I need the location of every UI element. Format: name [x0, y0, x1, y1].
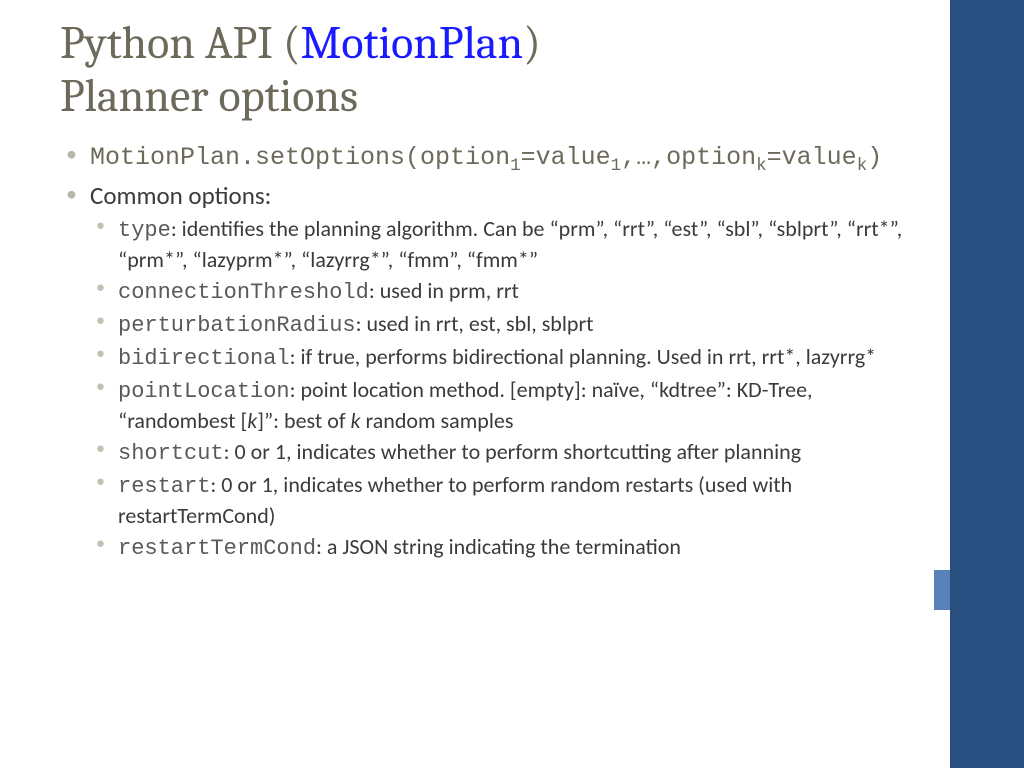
sidebar-accent-dark	[950, 0, 1024, 768]
opt-pl-k1: k	[247, 407, 257, 434]
opt-rtc-code: restartTermCond	[118, 536, 316, 561]
outer-list: MotionPlan.setOptions(option1=value1,…,o…	[60, 140, 920, 564]
title-line2: Planner options	[60, 70, 358, 123]
opt-conn-code: connectionThreshold	[118, 280, 369, 305]
opt-pert-rest: : used in rrt, est, sbl, sblprt	[356, 310, 594, 337]
opt-pert-code: perturbationRadius	[118, 313, 356, 338]
opt-perturbation-radius: perturbationRadius: used in rrt, est, sb…	[90, 309, 920, 340]
opt-conn-rest: : used in prm, rrt	[369, 277, 519, 304]
slide-title: Python API (MotionPlan) Planner options	[60, 18, 920, 124]
opt-sc-rest: : 0 or 1, indicates whether to perform s…	[224, 438, 801, 465]
opt-pl-r2: ]”: best of	[257, 407, 350, 434]
opt-rtc-rest: : a JSON string indicating the terminati…	[316, 533, 681, 560]
so-m1: =value	[521, 143, 611, 172]
title-pre: Python API (	[60, 17, 301, 70]
bullet-setoptions: MotionPlan.setOptions(option1=value1,…,o…	[60, 140, 920, 178]
so-pre: MotionPlan.setOptions(option	[90, 143, 510, 172]
bullet-common-options: Common options: type: identifies the pla…	[60, 180, 920, 564]
opt-sc-code: shortcut	[118, 441, 224, 466]
opt-connection-threshold: connectionThreshold: used in prm, rrt	[90, 276, 920, 307]
title-post: )	[523, 17, 541, 70]
opt-restart-term-cond: restartTermCond: a JSON string indicatin…	[90, 532, 920, 563]
inner-list: type: identifies the planning algorithm.…	[90, 214, 920, 563]
so-m3: =value	[767, 143, 857, 172]
opt-pl-k2: k	[351, 407, 361, 434]
slide-content: Python API (MotionPlan) Planner options …	[60, 18, 920, 565]
opt-restart: restart: 0 or 1, indicates whether to pe…	[90, 470, 920, 530]
opt-type-rest: : identifies the planning algorithm. Can…	[118, 215, 902, 273]
title-link: MotionPlan	[301, 17, 524, 70]
so-m2: ,…,option	[621, 143, 756, 172]
opt-shortcut: shortcut: 0 or 1, indicates whether to p…	[90, 437, 920, 468]
opt-bidirectional: bidirectional: if true, performs bidirec…	[90, 342, 920, 373]
so-end: )	[867, 143, 882, 172]
opt-type-code: type	[118, 218, 171, 243]
opt-type: type: identifies the planning algorithm.…	[90, 214, 920, 274]
opt-bidi-rest: : if true, performs bidirectional planni…	[290, 343, 877, 370]
opt-pl-r3: random samples	[361, 407, 514, 434]
opt-pl-code: pointLocation	[118, 379, 290, 404]
opt-point-location: pointLocation: point location method. [e…	[90, 375, 920, 435]
opt-rs-code: restart	[118, 474, 210, 499]
common-label: Common options:	[90, 180, 271, 211]
opt-rs-rest: : 0 or 1, indicates whether to perform r…	[118, 471, 792, 529]
setoptions-code: MotionPlan.setOptions(option1=value1,…,o…	[90, 143, 882, 172]
opt-bidi-code: bidirectional	[118, 346, 290, 371]
